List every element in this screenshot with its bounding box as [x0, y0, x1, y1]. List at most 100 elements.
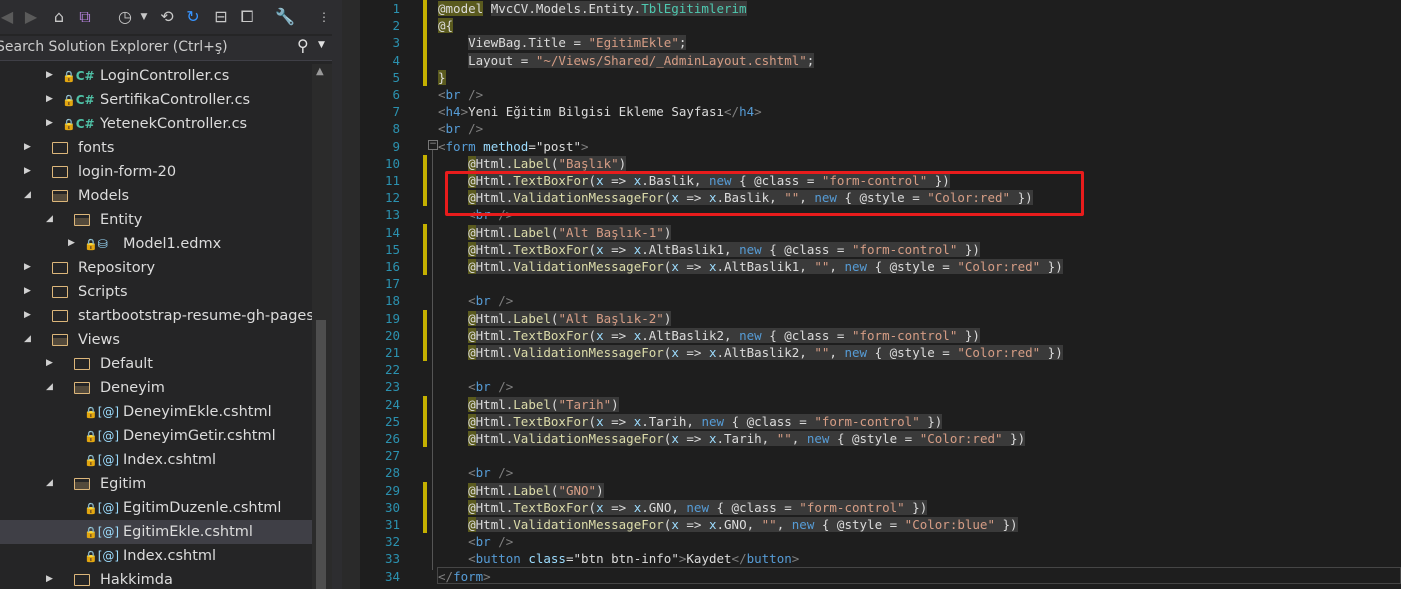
- forward-icon[interactable]: ▶: [22, 6, 40, 28]
- code-line[interactable]: @Html.ValidationMessageFor(x => x.Tarih,…: [438, 430, 1026, 447]
- code-line[interactable]: @Html.Label("Tarih"): [438, 396, 619, 413]
- folder-icon: [52, 304, 68, 328]
- tree-item[interactable]: ◢ Egitim: [0, 472, 312, 496]
- folder-open-icon: [74, 376, 90, 400]
- collapsed-arrow-icon[interactable]: ▶: [46, 70, 53, 80]
- tree-item[interactable]: 🔒[@] DeneyimGetir.cshtml: [0, 424, 312, 448]
- home-icon[interactable]: ⌂: [48, 6, 70, 28]
- tree-item[interactable]: ▶ login-form-20: [0, 160, 312, 184]
- scrollbar-thumb[interactable]: [316, 320, 326, 589]
- tree-item[interactable]: ◢ Views: [0, 328, 312, 352]
- code-line[interactable]: <br />: [438, 378, 513, 395]
- code-line[interactable]: <h4>Yeni Eğitim Bilgisi Ekleme Sayfası</…: [438, 103, 762, 120]
- tree-item[interactable]: ▶ 🔒C# LoginController.cs: [0, 64, 312, 88]
- code-line[interactable]: @Html.TextBoxFor(x => x.AltBaslik1, new …: [438, 241, 980, 258]
- tree-item[interactable]: ▶ 🔒C# SertifikaController.cs: [0, 88, 312, 112]
- code-line[interactable]: @model MvcCV.Models.Entity.TblEgitimleri…: [438, 0, 747, 17]
- collapse-region-icon[interactable]: −: [428, 140, 438, 150]
- sync-icon[interactable]: ⟲: [156, 6, 178, 28]
- line-number: 17: [384, 276, 400, 292]
- filter-dropdown-icon[interactable]: ▼: [138, 6, 150, 28]
- tree-item-label: login-form-20: [78, 164, 177, 180]
- expanded-arrow-icon[interactable]: ◢: [46, 382, 53, 392]
- tree-item[interactable]: 🔒[@] EgitimEkle.cshtml: [0, 520, 312, 544]
- change-marker: [423, 481, 427, 499]
- line-number: 23: [384, 379, 400, 395]
- panel-splitter[interactable]: [332, 0, 342, 589]
- tree-item[interactable]: 🔒[@] Index.cshtml: [0, 544, 312, 568]
- code-line[interactable]: Layout = "~/Views/Shared/_AdminLayout.cs…: [438, 52, 815, 69]
- search-input[interactable]: Search Solution Explorer (Ctrl+ş): [0, 39, 228, 55]
- code-line[interactable]: ViewBag.Title = "EgitimEkle";: [438, 34, 687, 51]
- code-line[interactable]: <br />: [438, 120, 483, 137]
- tree-item[interactable]: ◢ Deneyim: [0, 376, 312, 400]
- pending-changes-filter-icon[interactable]: ◷: [114, 6, 136, 28]
- collapsed-arrow-icon[interactable]: ▶: [46, 358, 53, 368]
- code-line[interactable]: <button class="btn btn-info">Kaydet</but…: [438, 550, 799, 567]
- collapse-all-icon[interactable]: ⊟: [210, 6, 232, 28]
- code-line[interactable]: @Html.Label("Başlık"): [438, 155, 627, 172]
- collapsed-arrow-icon[interactable]: ▶: [24, 286, 31, 296]
- code-line[interactable]: @Html.TextBoxFor(x => x.AltBaslik2, new …: [438, 327, 980, 344]
- collapsed-arrow-icon[interactable]: ▶: [46, 574, 53, 584]
- tree-item[interactable]: ▶ fonts: [0, 136, 312, 160]
- switch-views-icon[interactable]: ⧉: [74, 6, 96, 28]
- tree-item[interactable]: ▶ Scripts: [0, 280, 312, 304]
- collapsed-arrow-icon[interactable]: ▶: [24, 262, 31, 272]
- scroll-up-icon[interactable]: ▲: [316, 66, 324, 77]
- code-line[interactable]: <br />: [438, 533, 513, 550]
- tree-item-label: Index.cshtml: [123, 452, 217, 468]
- refresh-icon[interactable]: ↻: [182, 6, 204, 28]
- code-line[interactable]: <br />: [438, 292, 513, 309]
- code-line[interactable]: @Html.TextBoxFor(x => x.GNO, new { @clas…: [438, 499, 928, 516]
- tree-item[interactable]: ▶ Hakkimda: [0, 568, 312, 589]
- search-box[interactable]: Search Solution Explorer (Ctrl+ş) ⚲ ▼: [0, 36, 332, 61]
- show-all-files-icon[interactable]: ⧠: [236, 6, 258, 28]
- code-line[interactable]: @Html.ValidationMessageFor(x => x.AltBas…: [438, 344, 1063, 361]
- tree-item[interactable]: ▶ Default: [0, 352, 312, 376]
- code-line[interactable]: @Html.ValidationMessageFor(x => x.GNO, "…: [438, 516, 1018, 533]
- tree-item[interactable]: ▶ Repository: [0, 256, 312, 280]
- tree-item[interactable]: ▶ 🔒C# YetenekController.cs: [0, 112, 312, 136]
- tree-item[interactable]: ◢ Entity: [0, 208, 312, 232]
- expanded-arrow-icon[interactable]: ◢: [24, 334, 31, 344]
- tree-item[interactable]: 🔒[@] Index.cshtml: [0, 448, 312, 472]
- expanded-arrow-icon[interactable]: ◢: [46, 214, 53, 224]
- search-options-icon[interactable]: ▼: [318, 40, 325, 50]
- collapsed-arrow-icon[interactable]: ▶: [24, 142, 31, 152]
- more-icon[interactable]: ⋮: [318, 6, 330, 28]
- collapsed-arrow-icon[interactable]: ▶: [24, 310, 31, 320]
- code-line[interactable]: @Html.TextBoxFor(x => x.Tarih, new { @cl…: [438, 413, 943, 430]
- collapsed-arrow-icon[interactable]: ▶: [24, 166, 31, 176]
- code-line[interactable]: @{: [438, 17, 454, 34]
- tree-item-label: YetenekController.cs: [100, 116, 248, 132]
- csharp-file-icon: 🔒C#: [62, 69, 95, 83]
- code-line[interactable]: <br />: [438, 464, 513, 481]
- collapsed-arrow-icon[interactable]: ▶: [46, 94, 53, 104]
- code-line[interactable]: @Html.Label("Alt Başlık-1"): [438, 224, 672, 241]
- tree-item[interactable]: ▶ 🔒⛁ Model1.edmx: [0, 232, 312, 256]
- code-line[interactable]: @Html.Label("Alt Başlık-2"): [438, 310, 672, 327]
- collapsed-arrow-icon[interactable]: ▶: [68, 238, 75, 248]
- search-icon[interactable]: ⚲: [297, 36, 309, 55]
- code-line[interactable]: }: [438, 69, 446, 86]
- expanded-arrow-icon[interactable]: ◢: [46, 478, 53, 488]
- expanded-arrow-icon[interactable]: ◢: [24, 190, 31, 200]
- code-line[interactable]: @Html.Label("GNO"): [438, 482, 604, 499]
- tree-item[interactable]: ◢ Models: [0, 184, 312, 208]
- folder-open-icon: [74, 472, 90, 496]
- tree-item[interactable]: 🔒[@] EgitimDuzenle.cshtml: [0, 496, 312, 520]
- tree-item[interactable]: ▶ startbootstrap-resume-gh-pages: [0, 304, 314, 328]
- properties-icon[interactable]: 🔧: [274, 6, 296, 28]
- code-line[interactable]: @Html.ValidationMessageFor(x => x.AltBas…: [438, 258, 1063, 275]
- tree-item-label: Scripts: [78, 284, 128, 300]
- code-line[interactable]: <form method="post">: [438, 138, 589, 155]
- back-icon[interactable]: ◀: [0, 6, 16, 28]
- line-number: 31: [384, 517, 400, 532]
- folder-open-icon: [74, 208, 90, 232]
- folder-icon: [74, 568, 90, 589]
- tree-item[interactable]: 🔒[@] DeneyimEkle.cshtml: [0, 400, 312, 424]
- collapsed-arrow-icon[interactable]: ▶: [46, 118, 53, 128]
- code-line[interactable]: <br />: [438, 86, 483, 103]
- tree-item-label: Default: [100, 356, 153, 372]
